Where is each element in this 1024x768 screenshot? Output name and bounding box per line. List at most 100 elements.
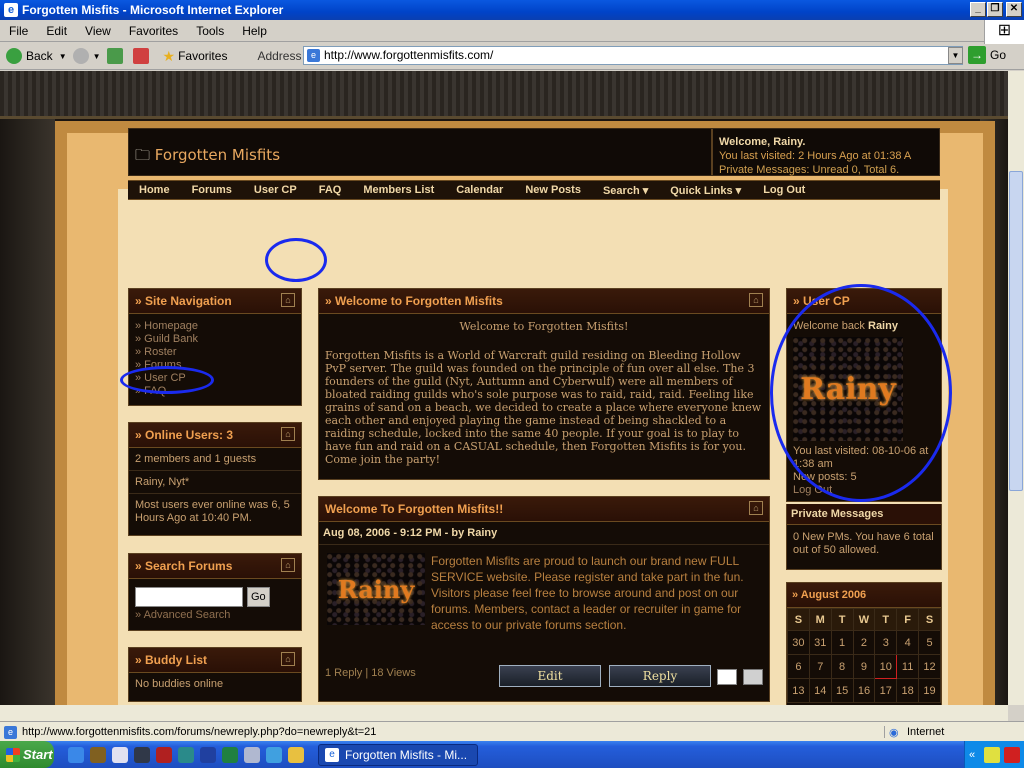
word-icon[interactable] <box>200 746 216 763</box>
nav-forums[interactable]: Forums <box>181 184 243 196</box>
calendar-day[interactable]: 8 <box>830 654 854 679</box>
calendar-day[interactable]: 12 <box>918 654 941 679</box>
search-go-button[interactable]: Go <box>247 587 270 607</box>
collapse-icon[interactable]: ⌂ <box>749 293 763 307</box>
news-stats[interactable]: 1 Reply | 18 Views <box>325 667 416 679</box>
collapse-icon[interactable]: ⌂ <box>281 427 295 441</box>
messenger-icon[interactable] <box>266 746 282 763</box>
favorites-button[interactable]: ★ Favorites <box>163 48 228 65</box>
tray-expand-icon[interactable]: « <box>965 749 975 761</box>
menu-file[interactable]: File <box>0 24 37 38</box>
address-value: http://www.forgottenmisfits.com/ <box>324 48 494 62</box>
forward-dropdown-icon[interactable]: ▼ <box>93 52 101 61</box>
nav-faq[interactable]: FAQ <box>308 184 353 196</box>
back-button[interactable]: Back ▼ <box>6 48 67 64</box>
wow-quicklaunch-icon[interactable] <box>90 746 106 763</box>
steam-icon[interactable] <box>134 746 150 763</box>
publisher-icon[interactable] <box>178 746 194 763</box>
calendar-day[interactable]: 11 <box>896 654 920 679</box>
excel-icon[interactable] <box>222 746 238 763</box>
reply-button[interactable]: Reply <box>609 665 711 687</box>
menu-edit[interactable]: Edit <box>37 24 76 38</box>
calendar-day[interactable]: 30 <box>787 630 810 655</box>
folder-icon[interactable] <box>288 746 304 763</box>
online-users-title: » Online Users: 3 <box>135 428 234 442</box>
nav-link-user-cp[interactable]: » User CP <box>135 372 295 385</box>
nav-home[interactable]: Home <box>128 184 181 196</box>
scroll-thumb[interactable] <box>1009 171 1023 491</box>
calendar-day[interactable]: 18 <box>896 678 920 703</box>
close-button[interactable]: ✕ <box>1006 2 1022 17</box>
calendar-day[interactable]: 9 <box>852 654 876 679</box>
refresh-button[interactable] <box>106 48 127 64</box>
collapse-icon[interactable]: ⌂ <box>281 652 295 666</box>
game-icon[interactable] <box>156 746 172 763</box>
maximize-button[interactable]: ❐ <box>987 2 1003 17</box>
back-dropdown-icon[interactable]: ▼ <box>59 52 67 61</box>
media-player-icon[interactable] <box>112 746 128 763</box>
online-names[interactable]: Rainy, Nyt* <box>129 471 301 494</box>
collapse-icon[interactable]: ⌂ <box>281 558 295 572</box>
search-input[interactable] <box>135 587 243 607</box>
nav-link-faq[interactable]: » FAQ <box>135 385 295 398</box>
email-icon[interactable] <box>717 669 737 685</box>
nav-new-posts[interactable]: New Posts <box>514 184 592 196</box>
nav-search[interactable]: Search ▾ <box>592 184 659 197</box>
ati-icon[interactable] <box>1004 746 1020 763</box>
powerpoint-icon[interactable] <box>244 746 260 763</box>
menu-help[interactable]: Help <box>233 24 276 38</box>
forward-button[interactable]: ▼ <box>72 48 101 64</box>
calendar-day[interactable]: 7 <box>808 654 832 679</box>
nav-quick-links[interactable]: Quick Links ▾ <box>659 184 752 197</box>
calendar-day[interactable]: 31 <box>808 630 832 655</box>
nav-members-list[interactable]: Members List <box>352 184 445 196</box>
collapse-icon[interactable]: ⌂ <box>749 501 763 515</box>
go-button[interactable]: → Go <box>968 46 1006 64</box>
menu-tools[interactable]: Tools <box>187 24 233 38</box>
online-users-panel: » Online Users: 3 ⌂ 2 members and 1 guest… <box>128 422 302 536</box>
network-icon[interactable] <box>984 746 1000 763</box>
calendar-day[interactable]: 3 <box>874 630 898 655</box>
calendar-day[interactable]: 17 <box>874 678 898 703</box>
taskbar-ie-window[interactable]: e Forgotten Misfits - Mi... <box>318 743 478 766</box>
calendar-day[interactable]: 6 <box>787 654 810 679</box>
menu-favorites[interactable]: Favorites <box>120 24 187 38</box>
nav-log-out[interactable]: Log Out <box>752 184 816 196</box>
horizontal-scrollbar[interactable] <box>0 705 1008 721</box>
menu-view[interactable]: View <box>76 24 120 38</box>
user-logout-link[interactable]: Log Out <box>793 484 935 497</box>
welcome-heading: Welcome to Forgotten Misfits! <box>459 320 629 333</box>
vertical-scrollbar[interactable] <box>1008 71 1024 705</box>
nav-link-roster[interactable]: » Roster <box>135 346 295 359</box>
start-button[interactable]: Start <box>0 741 54 768</box>
stop-button[interactable] <box>132 48 153 64</box>
advanced-search-link[interactable]: » Advanced Search <box>135 609 295 622</box>
nav-link-homepage[interactable]: » Homepage <box>135 320 295 333</box>
nav-link-guild-bank[interactable]: » Guild Bank <box>135 333 295 346</box>
calendar-day[interactable]: 19 <box>918 678 941 703</box>
calendar-day[interactable]: 1 <box>830 630 854 655</box>
collapse-icon[interactable]: ⌂ <box>281 293 295 307</box>
calendar-day[interactable]: 2 <box>852 630 876 655</box>
nav-link-forums[interactable]: » Forums <box>135 359 295 372</box>
ie-quicklaunch-icon[interactable] <box>68 746 84 763</box>
address-bar[interactable]: e http://www.forgottenmisfits.com/ <box>303 46 963 65</box>
site-navigation-title: » Site Navigation <box>135 294 232 308</box>
print-icon[interactable] <box>743 669 763 685</box>
calendar-day[interactable]: 5 <box>918 630 941 655</box>
minimize-button[interactable]: _ <box>970 2 986 17</box>
nav-user-cp[interactable]: User CP <box>243 184 308 196</box>
user-new-posts[interactable]: New posts: 5 <box>793 471 935 484</box>
site-logo[interactable]: 🗀 Forgotten Misfits <box>135 145 280 170</box>
calendar-day[interactable]: 14 <box>808 678 832 703</box>
edit-button[interactable]: Edit <box>499 665 601 687</box>
nav-calendar[interactable]: Calendar <box>445 184 514 196</box>
private-messages-link[interactable]: Private Messages: Unread 0, Total 6. <box>719 163 935 177</box>
calendar-day[interactable]: 13 <box>787 678 810 703</box>
address-dropdown-icon[interactable]: ▼ <box>948 47 963 64</box>
calendar-day[interactable]: 15 <box>830 678 854 703</box>
calendar-day[interactable]: 16 <box>852 678 876 703</box>
calendar-dow: W <box>852 608 876 631</box>
calendar-day[interactable]: 4 <box>896 630 920 655</box>
calendar-day-today[interactable]: 10 <box>874 654 898 679</box>
